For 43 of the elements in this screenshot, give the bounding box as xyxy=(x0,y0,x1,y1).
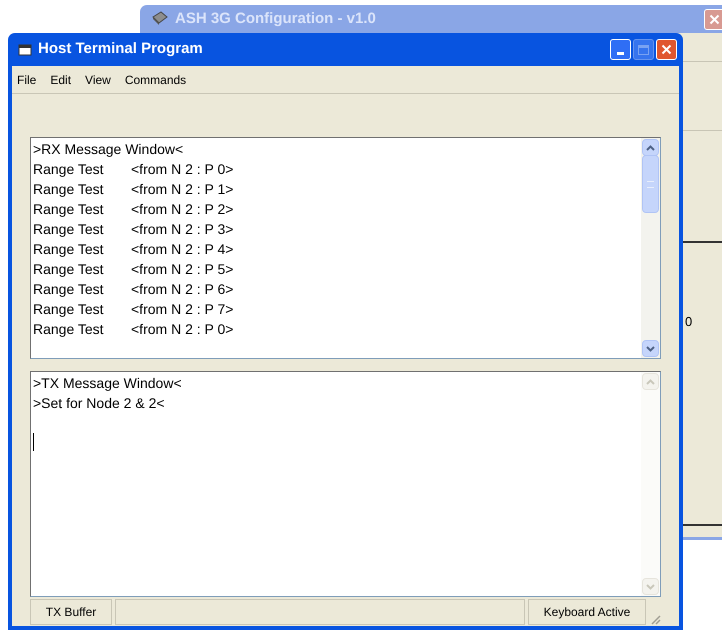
close-icon xyxy=(709,14,720,24)
message-source: <from N 2 : P 0> xyxy=(131,320,234,339)
resize-grip-icon[interactable] xyxy=(649,613,661,625)
rx-message-box[interactable] xyxy=(30,137,661,359)
text-cursor xyxy=(33,433,34,451)
window-icon xyxy=(18,44,32,56)
message-label: Range Test xyxy=(33,240,105,259)
minimize-button[interactable] xyxy=(610,39,631,60)
message-source: <from N 2 : P 0> xyxy=(131,160,234,179)
message-source: <from N 2 : P 3> xyxy=(131,220,234,239)
message-source: <from N 2 : P 4> xyxy=(131,240,234,259)
message-label: Range Test xyxy=(33,200,105,219)
scrollbar-thumb[interactable] xyxy=(642,155,659,213)
message-label: Range Test xyxy=(33,220,105,239)
message-label: Range Test xyxy=(33,300,105,319)
message-label: Range Test xyxy=(33,160,105,179)
tx-line: >TX Message Window< xyxy=(33,374,183,393)
message-source: <from N 2 : P 5> xyxy=(131,260,234,279)
message-source: <from N 2 : P 6> xyxy=(131,280,234,299)
text-fragment: 0 xyxy=(685,313,692,331)
window-title: Host Terminal Program xyxy=(38,39,203,60)
tx-line: >Set for Node 2 & 2< xyxy=(33,394,166,413)
status-text: Keyboard Active xyxy=(544,604,630,621)
menu-item[interactable]: File xyxy=(17,70,36,88)
menu-item[interactable]: View xyxy=(85,70,111,88)
message-label: Range Test xyxy=(33,260,105,279)
message-label: Range Test xyxy=(33,180,105,199)
scrollbar[interactable] xyxy=(641,138,660,358)
message-source: <from N 2 : P 1> xyxy=(131,180,234,199)
close-button[interactable] xyxy=(656,39,677,60)
menu-item[interactable]: Edit xyxy=(50,70,72,88)
rx-header: >RX Message Window< xyxy=(33,140,184,159)
menu-item[interactable]: Commands xyxy=(124,70,186,88)
close-button[interactable] xyxy=(704,8,722,30)
status-text: TX Buffer xyxy=(46,604,96,621)
message-source: <from N 2 : P 2> xyxy=(131,200,234,219)
window-title: ASH 3G Configuration - v1.0 xyxy=(175,8,376,29)
message-label: Range Test xyxy=(33,280,105,299)
close-icon xyxy=(661,44,672,55)
message-label: Range Test xyxy=(33,320,105,339)
tx-message-box[interactable]: >TX Message Window< >Set for Node 2 & 2< xyxy=(30,371,661,597)
chip-icon xyxy=(151,11,169,27)
message-source: <from N 2 : P 7> xyxy=(131,300,234,319)
